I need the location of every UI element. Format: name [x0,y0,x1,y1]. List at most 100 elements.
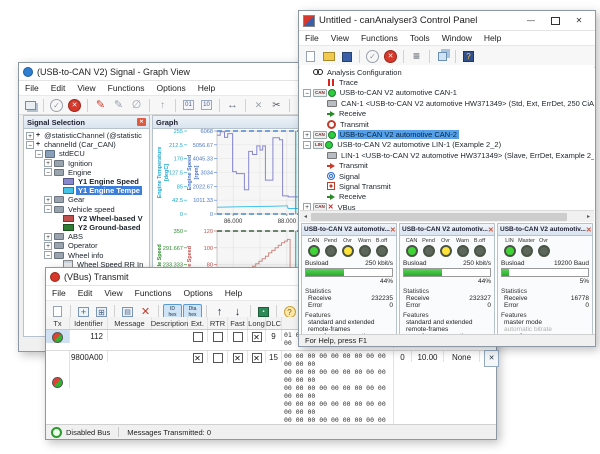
long-cell[interactable]: ✕ [248,351,266,363]
rtr-checkbox[interactable] [213,332,223,342]
start-icon[interactable]: ✓ [364,49,381,65]
expand-icon[interactable]: + [44,233,52,241]
column-header-dlc[interactable]: DLC [266,317,282,329]
maximize-button[interactable] [543,13,567,28]
menu-item-view[interactable]: View [71,82,101,94]
identifier-cell[interactable]: 9800A00 [70,351,108,362]
signal-item-y1-engine-tempe[interactable]: Y1 Engine Tempe [24,186,149,195]
interface-panel-header[interactable]: USB-to-CAN V2 automotiv...✕ [302,224,396,236]
identifier-cell[interactable]: 112 [70,330,108,341]
tx-led-cell[interactable] [46,330,70,343]
expand-icon[interactable]: + [44,242,52,250]
tree-item-transmit[interactable]: Transmit [300,161,594,171]
signal-item-stdecu[interactable]: −stdECU [24,149,149,158]
signal-item-vehicle-speed[interactable]: −Vehicle speed [24,205,149,214]
help-book-icon[interactable]: ? [460,49,477,65]
key-cell[interactable]: None [444,351,480,362]
stop-icon[interactable]: ✕ [66,97,83,113]
menu-item-functions[interactable]: Functions [129,287,178,299]
signal-item-ignition[interactable]: +Ignition [24,159,149,168]
column-header-description[interactable]: Description [152,317,188,329]
rtr-checkbox[interactable] [213,353,223,363]
fast-cell[interactable] [228,330,248,342]
close-icon[interactable]: ✕ [137,118,146,126]
signal-item-engine[interactable]: −Engine [24,168,149,177]
signal-item-wheel-info[interactable]: −Wheel info [24,250,149,259]
menu-item-file[interactable]: File [46,287,72,299]
menu-item-tools[interactable]: Tools [404,32,436,44]
collapse-icon[interactable]: − [44,251,52,259]
tree-item-receive[interactable]: Receive [300,109,594,119]
collapse-icon[interactable]: − [303,141,311,149]
ext-cell[interactable]: ✕ [188,351,208,363]
menu-item-file[interactable]: File [19,82,45,94]
tree-item-usb-to-can-v2-automotive-can-1[interactable]: −CANUSB-to-CAN V2 automotive CAN-1 [300,88,594,98]
minimize-button[interactable]: — [519,13,543,28]
workspace-icon[interactable] [434,49,451,65]
tree-item-usb-to-can-v2-automotive-lin-1[interactable]: −LINUSB-to-CAN V2 automotive LIN-1 (Exam… [300,140,594,150]
scrollbar-thumb[interactable] [311,213,567,221]
column-header-fast[interactable]: Fast [228,317,248,329]
signal-item-channelid-car-can[interactable]: −channelId (Car_CAN) [24,140,149,149]
cycle-time-cell[interactable]: 10.00 [412,351,444,362]
menu-item-options[interactable]: Options [151,82,192,94]
tx-led-icon[interactable] [52,377,63,388]
signal-item-statisticchannel-statistic[interactable]: +@statisticChannel (@statistic [24,131,149,140]
ext-checkbox[interactable] [193,332,203,342]
long-cell[interactable]: ✕ [248,330,266,342]
menu-item-edit[interactable]: Edit [72,287,99,299]
close-icon[interactable]: ✕ [488,226,494,234]
menu-item-edit[interactable]: Edit [45,82,72,94]
ext-cell[interactable] [188,330,208,342]
measure-range-icon[interactable]: ↔ [224,97,241,113]
table-row[interactable]: 9800A00✕✕✕1500 00 00 00 00 00 00 00 00 0… [46,351,496,425]
column-header-identifier[interactable]: Identifier [70,317,108,329]
clear-icon[interactable]: ✕ [250,97,267,113]
tree-item-trace[interactable]: Trace [300,77,594,87]
long-checkbox[interactable]: ✕ [252,353,262,363]
signal-item-gear[interactable]: +Gear [24,195,149,204]
collapse-icon[interactable]: − [303,89,311,97]
menu-item-options[interactable]: Options [178,287,219,299]
signal-item-y1-engine-speed[interactable]: Y1 Engine Speed [24,177,149,186]
expand-icon[interactable]: + [44,196,52,204]
new-document-icon[interactable] [302,49,319,65]
interface-panel-header[interactable]: USB-to-CAN V2 automotiv...✕ [498,224,592,236]
tree-item-receive[interactable]: Receive [300,192,594,202]
signal-item-y2-wheel-based-v[interactable]: Y2 Wheel-based V [24,214,149,223]
control-panel-titlebar[interactable]: Untitled - canAnalyser3 Control Panel — … [299,11,595,31]
bit-view-icon[interactable]: 01 [180,97,197,113]
fast-cell[interactable]: ✕ [228,351,248,363]
close-icon[interactable]: ✕ [586,226,592,234]
tile-windows-icon[interactable] [22,97,39,113]
menu-item-view[interactable]: View [98,287,128,299]
start-icon[interactable]: ✓ [48,97,65,113]
count-cell[interactable]: 0 [394,351,412,362]
tx-led-cell[interactable] [46,351,70,388]
column-header-rtr[interactable]: RTR [208,317,228,329]
expand-icon[interactable]: + [26,132,34,140]
dlc-cell[interactable]: 9 [266,330,282,341]
data-bytes-cell[interactable]: 00 00 00 00 00 00 00 00 00 00 00 0000 00… [282,351,394,425]
collapse-icon[interactable]: − [44,205,52,213]
tree-item-signal[interactable]: Signal [300,171,594,181]
fast-checkbox[interactable] [233,332,243,342]
column-header-tx[interactable]: Tx [46,317,70,329]
erase-pen-icon[interactable]: ✎ [110,97,127,113]
engine-chart[interactable]: 255212.5170127.58542.50Engine Temperatur… [153,128,310,228]
signal-item-operator[interactable]: +Operator [24,241,149,250]
bit-view2-icon[interactable]: 10 [198,97,215,113]
save-icon[interactable] [338,49,355,65]
collapse-icon[interactable]: − [26,141,34,149]
close-icon[interactable]: ✕ [390,226,396,234]
collapse-icon[interactable]: − [44,168,52,176]
ext-checkbox[interactable]: ✕ [193,353,203,363]
settings-icon[interactable]: ≡ [408,49,425,65]
interface-panel-header[interactable]: USB-to-CAN V2 automotiv...✕ [400,224,494,236]
menu-item-file[interactable]: File [299,32,325,44]
scroll-right-icon[interactable]: ▸ [583,213,594,220]
tree-item-can-1-usb-to-can-v2-automotive[interactable]: CAN-1 <USB-to-CAN V2 automotive HW371349… [300,98,594,108]
long-checkbox[interactable]: ✕ [252,332,262,342]
close-button[interactable]: ✕ [567,13,591,28]
signal-item-y2-ground-based[interactable]: Y2 Ground-based [24,223,149,232]
